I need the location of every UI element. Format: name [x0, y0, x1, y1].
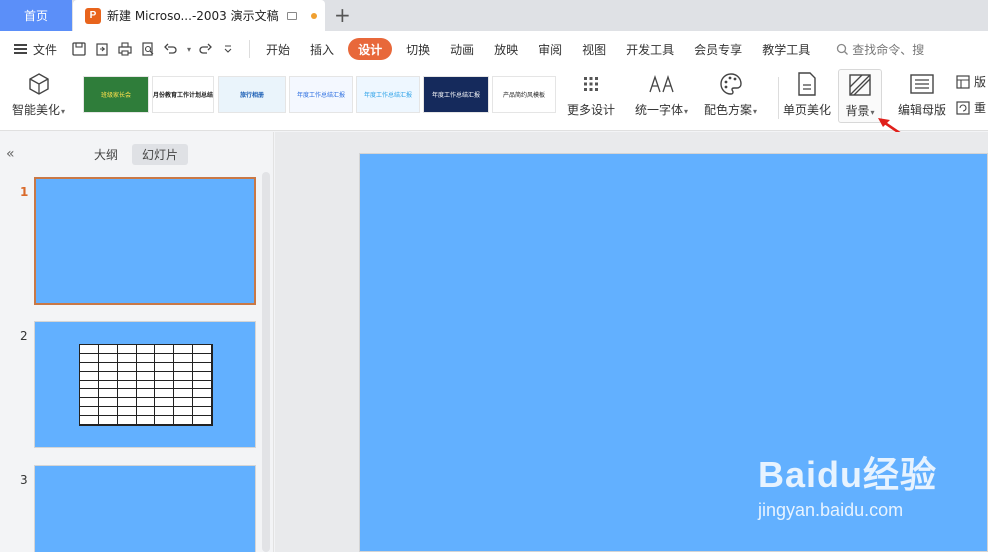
home-tab[interactable]: 首页	[0, 0, 72, 31]
more-design-label: 更多设计	[567, 103, 616, 117]
print-icon[interactable]	[117, 41, 133, 57]
palette-icon	[718, 71, 744, 97]
single-page-beautify-label: 单页美化	[783, 103, 832, 117]
presentation-logo-icon: P	[85, 7, 101, 24]
reset-icon	[956, 100, 970, 115]
edit-master-button[interactable]: 编辑母版	[898, 71, 946, 118]
ribbon-tabs: 开始 插入 设计 切换 动画 放映 审阅 视图 开发工具 会员专享 教学工具	[256, 38, 820, 60]
layout-icon	[956, 74, 970, 89]
search-placeholder: 查找命令、搜	[852, 42, 925, 57]
table-preview	[79, 344, 213, 426]
layout-label: 版	[974, 75, 987, 89]
slide-number: 3	[20, 473, 28, 487]
menu-divider	[249, 40, 251, 58]
save-icon[interactable]	[71, 41, 87, 57]
unify-font-button[interactable]: 统一字体▾	[635, 71, 688, 118]
chevron-down-icon: ▾	[870, 108, 875, 117]
background-label: 背景	[845, 104, 870, 118]
slide-panel: « 大纲 幻灯片 1 2 3	[0, 132, 274, 552]
chevron-down-icon: ▾	[61, 107, 66, 116]
search-icon	[837, 43, 849, 55]
print-preview-icon[interactable]	[140, 41, 156, 57]
smart-beautify-button[interactable]: 智能美化▾	[12, 71, 65, 118]
tab-developer[interactable]: 开发工具	[616, 38, 684, 60]
ribbon-divider	[778, 77, 779, 119]
redo-icon[interactable]	[197, 41, 213, 57]
baidu-watermark: Baidu经验 jingyan.baidu.com	[758, 446, 937, 521]
watermark-brand: Baidu经验	[758, 454, 938, 495]
tab-outline[interactable]: 大纲	[84, 144, 128, 165]
document-tab[interactable]: P 新建 Microso...-2003 演示文稿	[73, 0, 325, 31]
slide-thumbnail-2[interactable]	[34, 321, 256, 448]
cube-icon	[26, 71, 52, 97]
chevron-down-icon: ▾	[684, 107, 689, 116]
tab-member[interactable]: 会员专享	[684, 38, 752, 60]
command-search[interactable]: 查找命令、搜	[836, 41, 924, 58]
template-thumbnail[interactable]: 年度工作总结汇报	[356, 76, 420, 113]
template-thumbnail[interactable]: 班级家长会	[83, 76, 149, 113]
tab-teaching-tools[interactable]: 教学工具	[752, 38, 820, 60]
reset-button[interactable]: 重	[956, 99, 986, 116]
slide-thumbnail-1[interactable]	[34, 177, 256, 305]
master-slide-icon	[909, 71, 935, 97]
title-tab-bar: 首页 P 新建 Microso...-2003 演示文稿 +	[0, 0, 988, 31]
tab-design[interactable]: 设计	[348, 38, 393, 60]
template-thumbnail[interactable]: 产品简约风模板	[492, 76, 556, 113]
unify-font-label: 统一字体	[635, 103, 684, 117]
color-scheme-label: 配色方案	[704, 103, 753, 117]
tab-animations[interactable]: 动画	[440, 38, 484, 60]
tab-slideshow[interactable]: 放映	[484, 38, 528, 60]
layout-button[interactable]: 版	[956, 73, 986, 90]
tab-insert[interactable]: 插入	[300, 38, 344, 60]
unsaved-dot-icon	[310, 12, 317, 19]
page-icon	[794, 71, 820, 97]
tab-view[interactable]: 视图	[572, 38, 616, 60]
background-hatch-icon	[847, 72, 873, 98]
background-button[interactable]: 背景▾	[838, 69, 882, 123]
quick-access-toolbar: ▾	[71, 41, 243, 57]
export-icon[interactable]	[94, 41, 110, 57]
panel-scrollbar[interactable]	[262, 172, 270, 552]
single-page-beautify-button[interactable]: 单页美化	[783, 71, 831, 118]
tab-transitions[interactable]: 切换	[396, 38, 440, 60]
reset-label: 重	[974, 101, 987, 115]
hamburger-icon	[14, 44, 27, 54]
grid-icon	[578, 71, 604, 97]
slide-thumbnail-3[interactable]	[34, 465, 256, 552]
color-scheme-button[interactable]: 配色方案▾	[704, 71, 757, 118]
template-thumbnail[interactable]: 月份教育工作计划总结	[152, 76, 214, 113]
more-design-button[interactable]: 更多设计	[567, 71, 615, 118]
undo-icon[interactable]	[163, 41, 179, 57]
tab-review[interactable]: 审阅	[528, 38, 572, 60]
template-thumbnail[interactable]: 年度工作总结汇报	[289, 76, 353, 113]
new-tab-button[interactable]: +	[334, 5, 351, 25]
document-title: 新建 Microso...-2003 演示文稿	[107, 9, 279, 23]
file-menu[interactable]: 文件	[14, 41, 57, 58]
smart-beautify-label: 智能美化	[12, 103, 61, 117]
slide-number: 1	[20, 185, 29, 199]
tab-slides[interactable]: 幻灯片	[132, 144, 189, 165]
font-icon	[648, 71, 675, 97]
chevron-down-icon: ▾	[753, 107, 758, 116]
customize-toolbar-icon[interactable]	[220, 41, 236, 57]
collapse-panel-icon[interactable]: «	[6, 146, 15, 162]
watermark-url: jingyan.baidu.com	[758, 500, 904, 520]
template-thumbnail[interactable]: 年度工作总结汇报	[423, 76, 489, 113]
design-ribbon: 智能美化▾ 班级家长会 月份教育工作计划总结 旅行相册 年度工作总结汇报 年度工…	[0, 67, 988, 131]
menu-bar: 文件 ▾ 开始 插入 设计 切换 动画 放映 审阅 视图 开发工具 会员专享 教…	[0, 31, 988, 67]
monitor-icon[interactable]	[286, 11, 297, 20]
slide-number: 2	[20, 329, 28, 343]
undo-dropdown-icon[interactable]: ▾	[187, 45, 191, 54]
tab-home[interactable]: 开始	[256, 38, 300, 60]
template-thumbnail[interactable]: 旅行相册	[218, 76, 286, 113]
file-menu-label: 文件	[33, 42, 58, 57]
